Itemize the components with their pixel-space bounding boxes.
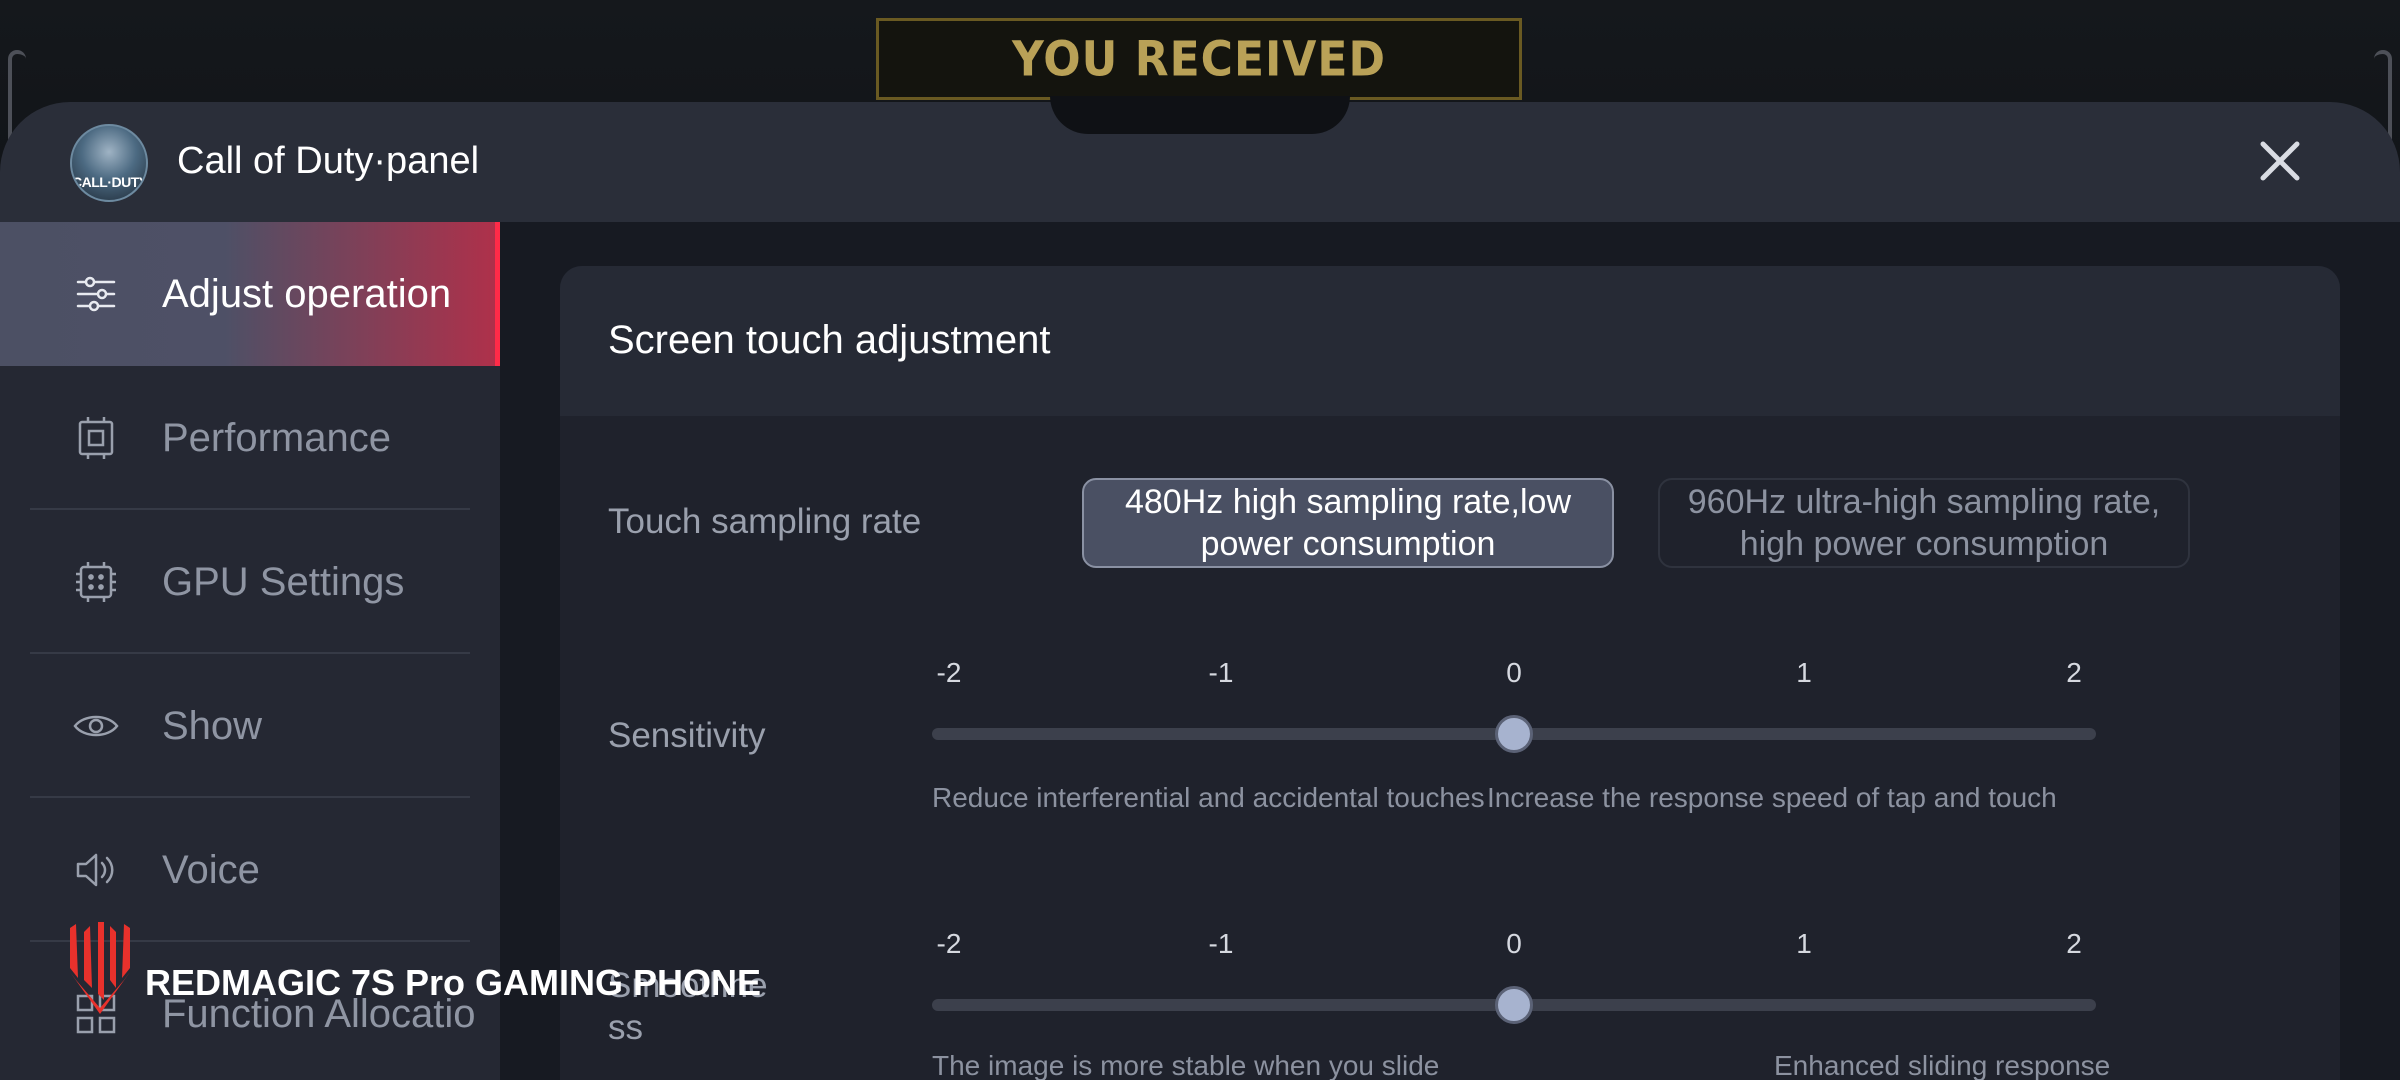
gpu-chip-icon [72, 558, 120, 606]
smoothness-hint-left: The image is more stable when you slide [932, 1050, 1440, 1080]
smoothness-tick: 0 [1506, 928, 1522, 959]
sidebar-item-show[interactable]: Show [0, 654, 500, 798]
sampling-option-960hz[interactable]: 960Hz ultra-high sampling rate, high pow… [1658, 478, 2190, 568]
sidebar-item-label: Voice [162, 847, 260, 892]
chip-icon [72, 414, 120, 462]
smoothness-tick: -2 [936, 928, 962, 959]
sensitivity-slider-thumb[interactable] [1495, 715, 1533, 753]
game-banner-text: YOU RECEIVED [1011, 30, 1387, 88]
smoothness-slider-thumb[interactable] [1495, 986, 1533, 1024]
sensitivity-tick: 2 [2066, 657, 2082, 688]
panel-notch [1050, 96, 1350, 134]
sensitivity-hint-right: Increase the response speed of tap and t… [1487, 782, 2057, 813]
section-title: Screen touch adjustment [608, 318, 1051, 362]
smoothness-tick: -1 [1208, 928, 1234, 959]
sidebar-item-label: Show [162, 703, 263, 748]
sidebar-item-label: Adjust operation [162, 271, 452, 316]
sensitivity-hint-left: Reduce interferential and accidental tou… [932, 782, 1485, 813]
close-icon [2260, 141, 2300, 181]
device-watermark: REDMAGIC 7S Pro GAMING PHONE [145, 962, 762, 1003]
sidebar-item-label: GPU Settings [162, 559, 405, 604]
sensitivity-tick: -2 [936, 657, 962, 688]
sidebar-item-adjust-operation[interactable]: Adjust operation [0, 222, 500, 366]
sidebar-item-performance[interactable]: Performance [0, 366, 500, 510]
sidebar-item-gpu-settings[interactable]: GPU Settings [0, 510, 500, 654]
sensitivity-tick: -1 [1208, 657, 1234, 688]
smoothness-tick: 2 [2066, 928, 2082, 959]
smoothness-label-line2: ss [608, 1008, 643, 1047]
touch-sampling-label: Touch sampling rate [608, 502, 922, 541]
game-banner: YOU RECEIVED [876, 18, 1522, 100]
smoothness-hint-right: Enhanced sliding response [1774, 1050, 2111, 1080]
screen: YOU RECEIVED CALL·DUTY Call of Duty·pane… [0, 0, 2400, 1080]
sidebar-item-voice[interactable]: Voice [0, 798, 500, 942]
eye-icon [72, 702, 120, 750]
smoothness-tick: 1 [1796, 928, 1812, 959]
speaker-icon [72, 846, 120, 894]
sensitivity-tick: 1 [1796, 657, 1812, 688]
sensitivity-label: Sensitivity [608, 716, 766, 755]
sliders-icon [72, 270, 120, 318]
sidebar-item-label: Performance [162, 415, 391, 460]
sensitivity-tick: 0 [1506, 657, 1522, 688]
game-icon-text: CALL·DUTY [72, 174, 148, 190]
sampling-option-480hz[interactable]: 480Hz high sampling rate,low power consu… [1082, 478, 1614, 568]
redmagic-logo-icon [66, 922, 134, 1014]
panel-title: Call of Duty·panel [177, 140, 480, 182]
game-icon: CALL·DUTY [70, 124, 148, 202]
close-button[interactable] [2255, 136, 2305, 186]
